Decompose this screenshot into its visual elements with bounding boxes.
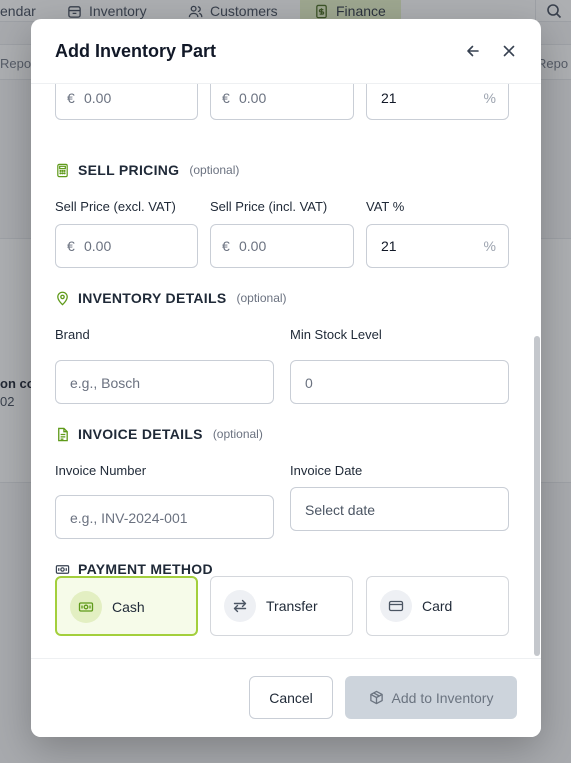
sell-vat-label: VAT % bbox=[366, 199, 405, 214]
modal-title: Add Inventory Part bbox=[55, 41, 217, 61]
invoice-number-label: Invoice Number bbox=[55, 463, 147, 478]
purchase-price-incl-placeholder: 0.00 bbox=[239, 90, 267, 106]
close-button[interactable] bbox=[497, 39, 521, 63]
sell-pricing-title: SELL PRICING bbox=[78, 162, 180, 178]
purchase-vat-value: 21 bbox=[381, 90, 397, 106]
sell-vat-value: 21 bbox=[381, 238, 397, 254]
sell-pricing-optional: (optional) bbox=[189, 163, 240, 177]
banknote-icon bbox=[78, 602, 94, 612]
close-icon bbox=[503, 45, 515, 57]
sell-price-excl-placeholder: 0.00 bbox=[84, 238, 112, 254]
sell-price-incl-label: Sell Price (incl. VAT) bbox=[210, 199, 328, 214]
payment-option-transfer[interactable]: Transfer bbox=[210, 576, 353, 636]
transfer-icon-badge bbox=[224, 590, 256, 622]
currency-prefix: € bbox=[67, 90, 75, 106]
modal-footer: Cancel Add to Inventory bbox=[31, 658, 541, 737]
calculator-icon bbox=[57, 163, 68, 177]
currency-prefix: € bbox=[222, 90, 230, 106]
sell-price-incl-input[interactable]: € 0.00 bbox=[210, 224, 354, 268]
document-icon bbox=[58, 427, 68, 441]
invoice-date-placeholder: Select date bbox=[305, 502, 376, 518]
sell-price-excl-label: Sell Price (excl. VAT) bbox=[55, 199, 176, 214]
cancel-button[interactable]: Cancel bbox=[249, 676, 333, 719]
purchase-vat-input[interactable]: 21 % bbox=[366, 84, 509, 120]
inventory-details-title: INVENTORY DETAILS bbox=[78, 290, 227, 306]
purchase-price-excl-placeholder: 0.00 bbox=[84, 90, 112, 106]
arrow-left-icon bbox=[467, 45, 479, 57]
sell-pricing-header: SELL PRICING (optional) bbox=[55, 160, 239, 180]
inventory-details-optional: (optional) bbox=[236, 291, 287, 305]
payment-option-cash[interactable]: Cash bbox=[55, 576, 198, 636]
payment-option-card-label: Card bbox=[422, 598, 453, 614]
add-to-inventory-button[interactable]: Add to Inventory bbox=[345, 676, 517, 719]
percent-suffix: % bbox=[483, 90, 496, 106]
invoice-number-placeholder: e.g., INV-2024-001 bbox=[70, 510, 188, 526]
payment-option-card[interactable]: Card bbox=[366, 576, 509, 636]
package-icon bbox=[369, 690, 383, 705]
back-button[interactable] bbox=[461, 39, 485, 63]
payment-option-transfer-label: Transfer bbox=[266, 598, 318, 614]
invoice-details-optional: (optional) bbox=[212, 427, 263, 441]
invoice-date-picker[interactable]: Select date bbox=[290, 487, 509, 531]
purchase-price-incl-input[interactable]: € 0.00 bbox=[210, 84, 354, 120]
scrollbar-thumb[interactable] bbox=[534, 336, 540, 656]
brand-label: Brand bbox=[55, 327, 90, 342]
min-stock-input[interactable]: 0 bbox=[290, 360, 509, 404]
min-stock-placeholder: 0 bbox=[305, 375, 313, 391]
modal-body[interactable]: € 0.00 € 0.00 21 % SELL PRICING (optiona… bbox=[31, 84, 541, 658]
invoice-number-input[interactable]: e.g., INV-2024-001 bbox=[55, 495, 274, 539]
map-pin-icon bbox=[57, 291, 68, 305]
cash-icon-badge bbox=[70, 591, 102, 623]
sell-vat-input[interactable]: 21 % bbox=[366, 224, 509, 268]
card-icon-badge bbox=[380, 590, 412, 622]
add-inventory-part-modal: Add Inventory Part € 0.00 € 0.00 21 % SE… bbox=[31, 19, 541, 737]
brand-input[interactable]: e.g., Bosch bbox=[55, 360, 274, 404]
payment-option-cash-label: Cash bbox=[112, 599, 145, 615]
add-to-inventory-label: Add to Inventory bbox=[391, 689, 494, 706]
invoice-details-title: INVOICE DETAILS bbox=[78, 426, 203, 442]
sell-price-incl-placeholder: 0.00 bbox=[239, 238, 267, 254]
purchase-price-excl-input[interactable]: € 0.00 bbox=[55, 84, 198, 120]
min-stock-label: Min Stock Level bbox=[290, 327, 382, 342]
percent-suffix: % bbox=[483, 238, 496, 254]
sell-price-excl-input[interactable]: € 0.00 bbox=[55, 224, 198, 268]
brand-placeholder: e.g., Bosch bbox=[70, 375, 141, 391]
modal-header: Add Inventory Part bbox=[31, 19, 541, 84]
currency-prefix: € bbox=[222, 238, 230, 254]
invoice-date-label: Invoice Date bbox=[290, 463, 363, 478]
invoice-details-header: INVOICE DETAILS (optional) bbox=[55, 424, 263, 444]
banknote-icon bbox=[55, 564, 70, 574]
arrows-swap-icon bbox=[233, 599, 247, 613]
payment-method-title: PAYMENT METHOD bbox=[78, 561, 213, 577]
currency-prefix: € bbox=[67, 238, 75, 254]
credit-card-icon bbox=[388, 600, 404, 612]
inventory-details-header: INVENTORY DETAILS (optional) bbox=[55, 288, 287, 308]
